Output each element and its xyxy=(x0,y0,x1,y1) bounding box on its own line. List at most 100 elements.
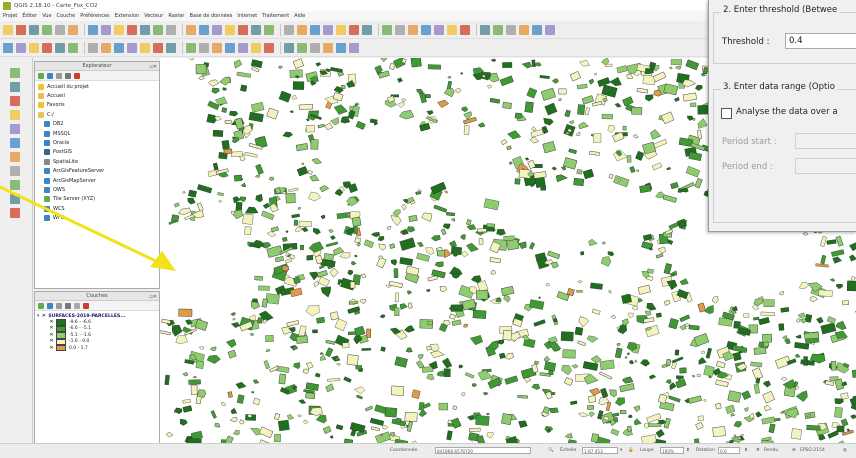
toolbar-tool-icon[interactable] xyxy=(447,25,457,35)
menu-item[interactable]: Traitement xyxy=(262,13,289,19)
render-checkbox[interactable]: ✕ xyxy=(756,448,760,453)
browser-item[interactable]: Accueil du projet xyxy=(38,82,159,91)
class-visibility-checkbox[interactable]: ✕ xyxy=(49,346,54,351)
menu-item[interactable]: Préférences xyxy=(80,13,109,19)
magnifier-spin-icon[interactable]: ⬍ xyxy=(686,448,690,453)
lock-icon[interactable]: 🔒 xyxy=(628,448,634,453)
style-icon[interactable] xyxy=(38,303,44,309)
toolbar-tool-icon[interactable] xyxy=(153,25,163,35)
toolbar-tool-icon[interactable] xyxy=(16,25,26,35)
toolbar-tool-icon[interactable] xyxy=(297,43,307,53)
add-layer-icon[interactable] xyxy=(38,73,44,79)
eye-icon[interactable] xyxy=(56,303,62,309)
browser-item[interactable]: MSSQL xyxy=(38,129,159,138)
toolbar-tool-icon[interactable] xyxy=(42,43,52,53)
magnifier-field[interactable]: 100% xyxy=(660,447,684,454)
toolbar-tool-icon[interactable] xyxy=(251,43,261,53)
toolbar-tool-icon[interactable] xyxy=(421,25,431,35)
add-group-icon[interactable] xyxy=(47,303,53,309)
toolbar-tool-icon[interactable] xyxy=(166,43,176,53)
browser-item[interactable]: SpatiaLite xyxy=(38,157,159,166)
crs-label[interactable]: EPSG:2154 xyxy=(800,448,825,453)
period-end-input[interactable] xyxy=(795,158,856,174)
layer-visibility-checkbox[interactable]: ✕ xyxy=(41,314,46,319)
toolbar-tool-icon[interactable] xyxy=(284,25,294,35)
toolbar-tool-icon[interactable] xyxy=(186,25,196,35)
browser-item[interactable]: PostGIS xyxy=(38,148,159,157)
toolbar-tool-icon[interactable] xyxy=(29,25,39,35)
analyse-range-checkbox[interactable] xyxy=(721,108,732,119)
rotation-field[interactable]: 0,0 xyxy=(718,447,740,454)
collapse-icon[interactable]: ▾ xyxy=(37,314,39,319)
add-layer-tool-icon[interactable] xyxy=(10,68,20,78)
toolbar-tool-icon[interactable] xyxy=(382,25,392,35)
filter-icon[interactable] xyxy=(56,73,62,79)
remove-layer-icon[interactable] xyxy=(83,303,89,309)
menu-item[interactable]: Vue xyxy=(42,13,51,19)
collapse-all-icon[interactable] xyxy=(65,73,71,79)
toolbar-tool-icon[interactable] xyxy=(349,43,359,53)
period-start-input[interactable] xyxy=(795,133,856,149)
toolbar-tool-icon[interactable] xyxy=(225,43,235,53)
toolbar-tool-icon[interactable] xyxy=(323,25,333,35)
toolbar-tool-icon[interactable] xyxy=(186,43,196,53)
toolbar-tool-icon[interactable] xyxy=(166,25,176,35)
menu-item[interactable]: Aide xyxy=(294,13,305,19)
panel-close-icon[interactable]: ▫✕ xyxy=(149,293,157,301)
toolbar-tool-icon[interactable] xyxy=(336,43,346,53)
toolbar-tool-icon[interactable] xyxy=(199,43,209,53)
toolbar-tool-icon[interactable] xyxy=(127,43,137,53)
coordinate-field[interactable]: 841868,6578720 xyxy=(435,447,531,454)
toolbar-tool-icon[interactable] xyxy=(238,25,248,35)
add-layer-tool-icon[interactable] xyxy=(10,96,20,106)
menu-item[interactable]: Vecteur xyxy=(144,13,163,19)
toolbar-tool-icon[interactable] xyxy=(238,43,248,53)
toolbar-tool-icon[interactable] xyxy=(29,43,39,53)
toolbar-tool-icon[interactable] xyxy=(225,25,235,35)
toolbar-tool-icon[interactable] xyxy=(127,25,137,35)
panel-close-icon[interactable]: ▫✕ xyxy=(149,63,157,71)
rotation-spin-icon[interactable]: ⬍ xyxy=(744,448,748,453)
toolbar-tool-icon[interactable] xyxy=(264,43,274,53)
toolbar-tool-icon[interactable] xyxy=(101,25,111,35)
toolbar-tool-icon[interactable] xyxy=(140,25,150,35)
class-visibility-checkbox[interactable]: ✕ xyxy=(49,333,54,338)
threshold-input[interactable]: 0.4 xyxy=(785,33,856,49)
toolbar-tool-icon[interactable] xyxy=(532,25,542,35)
toolbar-tool-icon[interactable] xyxy=(323,43,333,53)
menu-item[interactable]: Internet xyxy=(237,13,257,19)
toolbar-tool-icon[interactable] xyxy=(506,25,516,35)
toolbar-tool-icon[interactable] xyxy=(55,25,65,35)
toolbar-tool-icon[interactable] xyxy=(310,43,320,53)
browser-item[interactable]: Favoris xyxy=(38,101,159,110)
crs-globe-icon[interactable]: ⊕ xyxy=(792,448,796,453)
toolbar-tool-icon[interactable] xyxy=(16,43,26,53)
scale-dropdown-icon[interactable]: ▾ xyxy=(620,448,622,453)
toolbar-tool-icon[interactable] xyxy=(519,25,529,35)
menu-item[interactable]: Raster xyxy=(168,13,184,19)
toolbar-tool-icon[interactable] xyxy=(493,25,503,35)
browser-item[interactable]: Accueil xyxy=(38,91,159,100)
toolbar-tool-icon[interactable] xyxy=(480,25,490,35)
toolbar-tool-icon[interactable] xyxy=(408,25,418,35)
browser-item[interactable]: C:/ xyxy=(38,110,159,119)
toolbar-tool-icon[interactable] xyxy=(153,43,163,53)
add-layer-tool-icon[interactable] xyxy=(10,110,20,120)
menu-item[interactable]: Éditer xyxy=(22,13,37,19)
toolbar-tool-icon[interactable] xyxy=(545,25,555,35)
toolbar-tool-icon[interactable] xyxy=(212,43,222,53)
toolbar-tool-icon[interactable] xyxy=(3,25,13,35)
toolbar-tool-icon[interactable] xyxy=(114,43,124,53)
toolbar-tool-icon[interactable] xyxy=(310,25,320,35)
menu-item[interactable]: Extension xyxy=(115,13,140,19)
toolbar-tool-icon[interactable] xyxy=(114,25,124,35)
toolbar-tool-icon[interactable] xyxy=(55,43,65,53)
toolbar-tool-icon[interactable] xyxy=(199,25,209,35)
lock-scale-icon[interactable]: 🔍 xyxy=(548,448,554,453)
add-layer-tool-icon[interactable] xyxy=(10,82,20,92)
toolbar-tool-icon[interactable] xyxy=(3,43,13,53)
toolbar-tool-icon[interactable] xyxy=(434,25,444,35)
toolbar-tool-icon[interactable] xyxy=(251,25,261,35)
toolbar-tool-icon[interactable] xyxy=(460,25,470,35)
browser-item[interactable]: Oracle xyxy=(38,138,159,147)
